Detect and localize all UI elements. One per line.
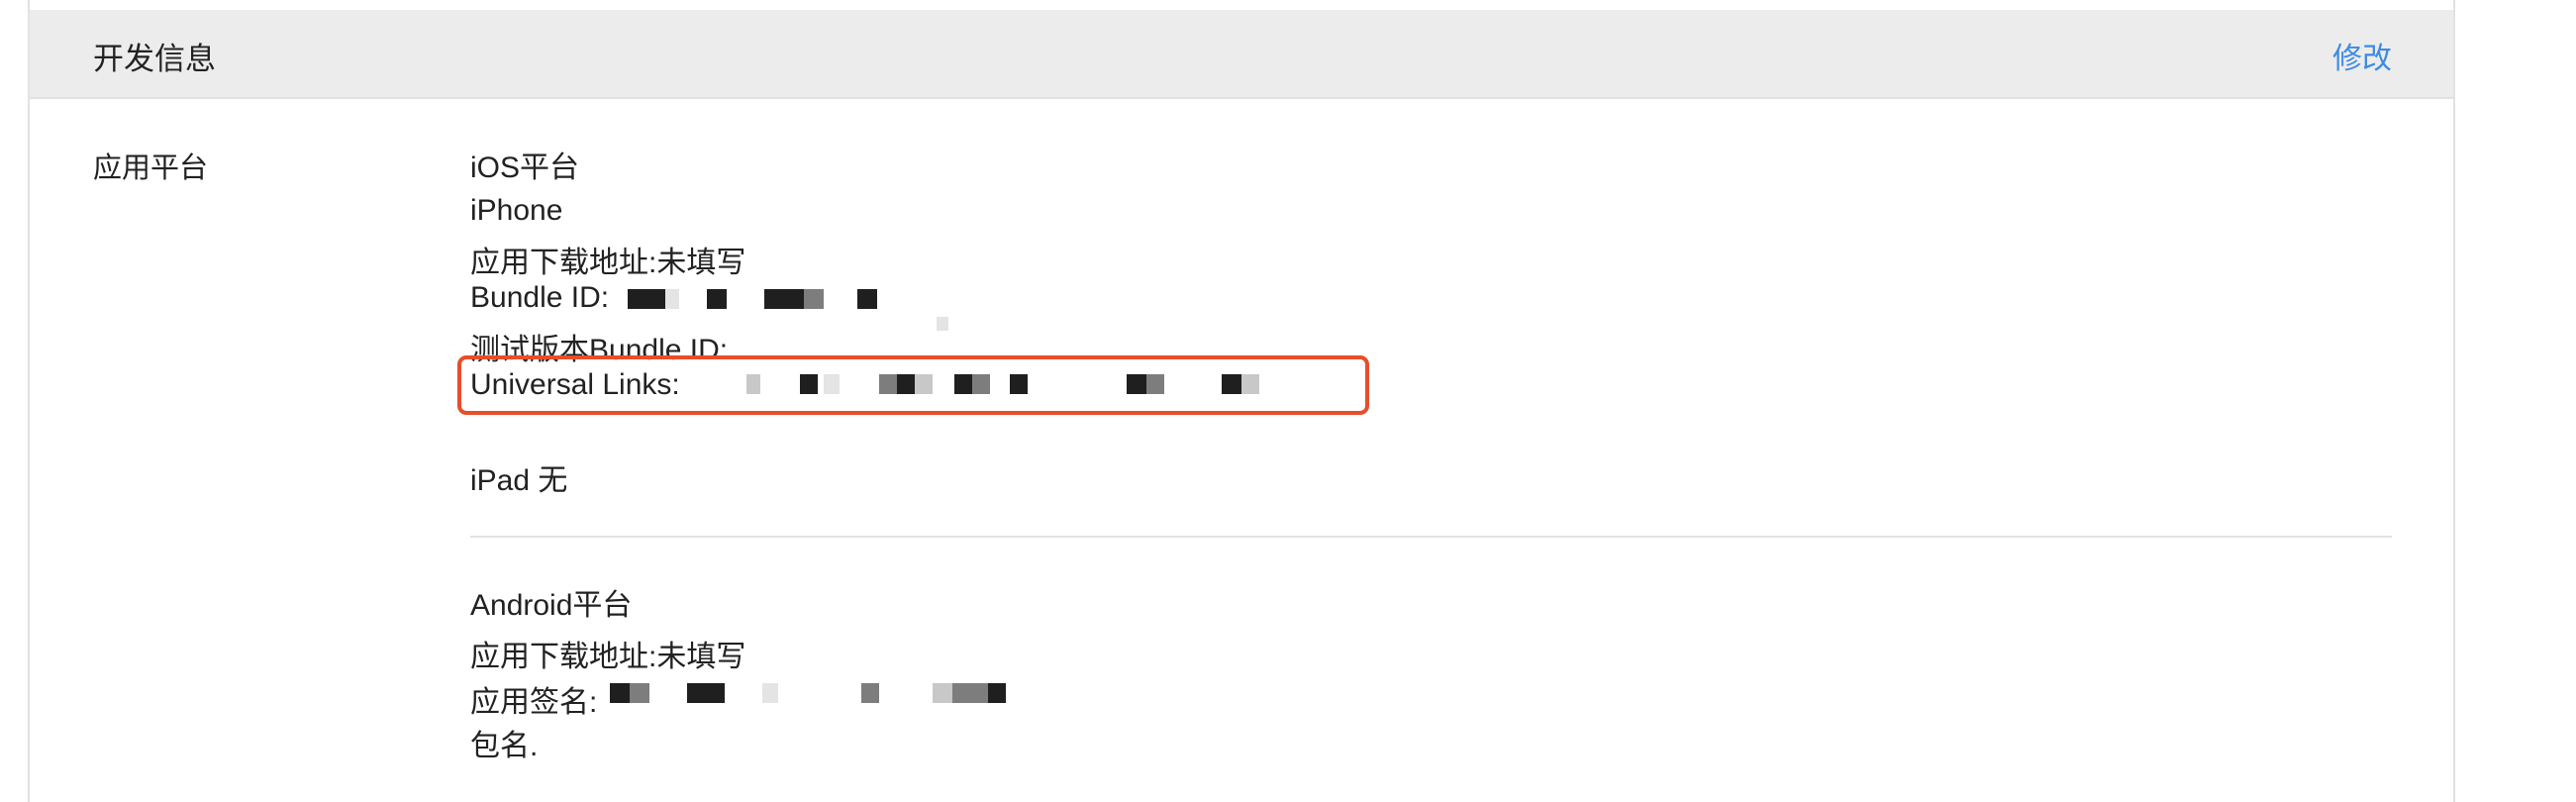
redacted-signature bbox=[988, 683, 1006, 703]
platform-row-label: 应用平台 bbox=[93, 152, 209, 184]
redacted-signature bbox=[610, 683, 630, 703]
download-url-value: 未填写 bbox=[656, 247, 746, 279]
ios-platform-title: iOS平台 bbox=[470, 151, 580, 184]
redacted-signature bbox=[861, 683, 879, 703]
iphone-download-url: 应用下载地址:未填写 bbox=[470, 238, 745, 281]
platform-divider bbox=[470, 536, 2392, 538]
redacted-test-bundle-id bbox=[937, 317, 948, 331]
redacted-bundle-id bbox=[707, 289, 727, 309]
redacted-bundle-id bbox=[665, 289, 679, 309]
redacted-bundle-id bbox=[857, 289, 877, 309]
universal-links-highlight bbox=[457, 355, 1369, 415]
edit-link[interactable]: 修改 bbox=[2332, 34, 2392, 77]
ipad-label: iPad bbox=[470, 464, 531, 497]
android-download-url: 应用下载地址:未填写 bbox=[470, 632, 745, 675]
ipad-row: iPad 无 bbox=[470, 455, 567, 499]
android-signature-label: 应用签名: bbox=[470, 686, 598, 719]
redacted-signature bbox=[933, 683, 952, 703]
redacted-bundle-id bbox=[628, 289, 665, 309]
ipad-value: 无 bbox=[538, 464, 568, 497]
section-title: 开发信息 bbox=[93, 42, 216, 76]
section-header: 开发信息 修改 bbox=[30, 10, 2453, 99]
redacted-signature bbox=[952, 683, 988, 703]
redacted-signature bbox=[630, 683, 649, 703]
android-package-label: 包名. bbox=[470, 730, 539, 762]
android-signature-row: 应用签名: bbox=[470, 677, 597, 721]
android-platform-title: Android平台 bbox=[470, 589, 633, 622]
bundle-id-row: Bundle ID: bbox=[470, 281, 609, 315]
redacted-bundle-id bbox=[764, 289, 804, 309]
bundle-id-label: Bundle ID: bbox=[470, 281, 610, 314]
redacted-signature bbox=[687, 683, 725, 703]
redacted-bundle-id bbox=[804, 289, 824, 309]
redacted-signature bbox=[762, 683, 778, 703]
android-download-url-value: 未填写 bbox=[656, 641, 746, 673]
iphone-label: iPhone bbox=[470, 194, 563, 227]
dev-info-panel: 开发信息 修改 应用平台 iOS平台 iPhone 应用下载地址:未填写 Bun… bbox=[28, 0, 2455, 802]
android-package-row: 包名. bbox=[470, 721, 538, 764]
download-url-label: 应用下载地址: bbox=[470, 247, 657, 279]
android-download-url-label: 应用下载地址: bbox=[470, 641, 657, 673]
